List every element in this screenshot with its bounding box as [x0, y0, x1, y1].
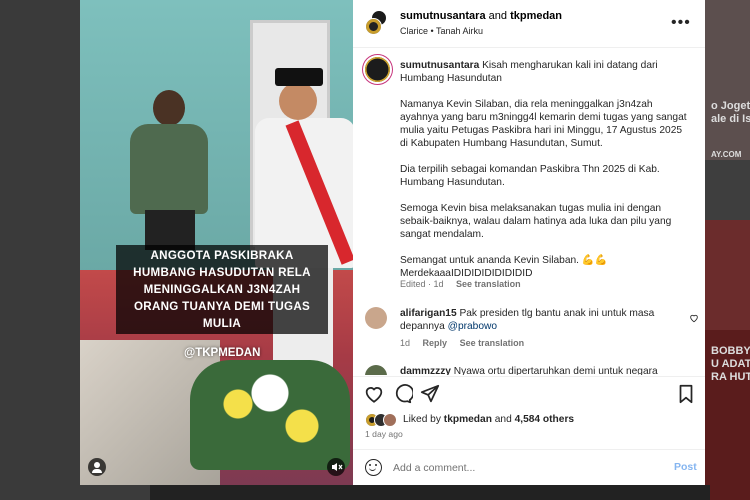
action-bar — [353, 376, 705, 410]
video-flowers — [190, 360, 350, 470]
background-left — [0, 0, 80, 500]
comment-age: 1d — [400, 338, 411, 348]
header-user2-link[interactable]: tkpmedan — [510, 10, 562, 22]
comment-username[interactable]: dammzzzy — [400, 366, 451, 375]
bg-text: ale di Ist — [711, 113, 750, 125]
liked-by-user-link[interactable]: tkpmedan — [444, 414, 492, 425]
caption-line: Namanya Kevin Silaban, dia rela meningga… — [400, 99, 687, 149]
bg-text: o Joget — [711, 100, 750, 112]
liked-by-label: Liked by — [403, 414, 441, 425]
comment-bubble-icon[interactable] — [391, 383, 413, 405]
post-video[interactable]: ANGGOTA PASKIBRAKA HUMBANG HASUDUTAN REL… — [80, 0, 353, 485]
separator: • — [430, 26, 434, 36]
background-right-page: o Joget ale di Ist AY.COM BOBBY N U ADAT… — [705, 0, 750, 500]
bg-text: U ADAT E — [711, 358, 750, 370]
video-handle-overlay: @TKPMEDAN — [184, 347, 261, 359]
comment-text: dammzzzy Nyawa ortu dipertaruhkan demi u… — [400, 365, 675, 375]
post-panel: sumutnusantara and tkpmedan Clarice • Ta… — [353, 0, 705, 485]
avatar[interactable] — [365, 57, 390, 82]
header-usernames: sumutnusantara and tkpmedan — [400, 10, 562, 22]
more-icon[interactable]: ••• — [671, 14, 691, 32]
comment-input[interactable] — [393, 460, 653, 476]
comment-like-icon[interactable] — [689, 313, 699, 325]
header-and: and — [488, 10, 507, 22]
audio-link[interactable]: Clarice — [400, 26, 428, 36]
header-subline: Clarice • Tanah Airku — [400, 26, 483, 36]
avatar[interactable] — [365, 18, 382, 35]
liker-avatars[interactable] — [365, 413, 401, 429]
collab-avatars[interactable] — [365, 10, 389, 36]
comments-area[interactable]: sumutnusantara Kisah mengharukan kali in… — [353, 49, 705, 375]
user-tag-icon[interactable] — [88, 458, 106, 476]
bg-text: AY.COM — [711, 150, 742, 159]
bookmark-icon[interactable] — [675, 383, 697, 405]
caption-line: Semoga Kevin bisa melaksanakan tugas mul… — [400, 203, 672, 240]
comment-mention[interactable]: @prabowo — [448, 321, 497, 332]
caption-line: Semangat untuk ananda Kevin Silaban. 💪💪 — [400, 255, 608, 266]
likes-count-link[interactable]: 4,584 others — [515, 414, 574, 425]
bg-text: RA HUT R — [711, 371, 750, 383]
post-header: sumutnusantara and tkpmedan Clarice • Ta… — [353, 0, 705, 48]
header-user1-link[interactable]: sumutnusantara — [400, 10, 486, 22]
reply-button[interactable]: Reply — [423, 338, 448, 348]
likes-text: Liked by tkpmedan and 4,584 others — [403, 414, 574, 425]
mute-icon[interactable] — [327, 458, 345, 476]
location-link[interactable]: Tanah Airku — [436, 26, 483, 36]
post-comment-button[interactable]: Post — [674, 461, 697, 473]
caption-line: Dia terpilih sebagai komandan Paskibra T… — [400, 164, 660, 188]
edited-time: Edited · 1d — [400, 279, 444, 289]
post-caption: sumutnusantara Kisah mengharukan kali in… — [400, 59, 690, 293]
background-strip — [150, 485, 710, 500]
caption-username[interactable]: sumutnusantara — [400, 60, 479, 71]
likes-row: Liked by tkpmedan and 4,584 others — [365, 411, 695, 431]
like-heart-icon[interactable] — [363, 383, 385, 405]
avatar[interactable] — [365, 307, 387, 329]
share-send-icon[interactable] — [419, 383, 441, 405]
comment-composer: Post — [353, 449, 705, 485]
bg-text: BOBBY N — [711, 345, 750, 357]
see-translation-link[interactable]: See translation — [456, 279, 521, 289]
comment-text: alifarigan15 Pak presiden tlg bantu anak… — [400, 307, 675, 333]
comment-meta: 1d Reply See translation — [400, 338, 534, 348]
video-caption: ANGGOTA PASKIBRAKA HUMBANG HASUDUTAN REL… — [116, 245, 328, 334]
emoji-icon[interactable] — [365, 459, 382, 476]
post-age[interactable]: 1 day ago — [365, 429, 403, 439]
comment-username[interactable]: alifarigan15 — [400, 308, 457, 319]
caption-meta: Edited · 1d See translation — [400, 279, 531, 289]
avatar[interactable] — [365, 365, 387, 375]
video-person-standing — [125, 90, 215, 250]
likes-and: and — [494, 414, 512, 425]
video-person-saluting — [255, 68, 353, 398]
see-translation-link[interactable]: See translation — [460, 338, 525, 348]
